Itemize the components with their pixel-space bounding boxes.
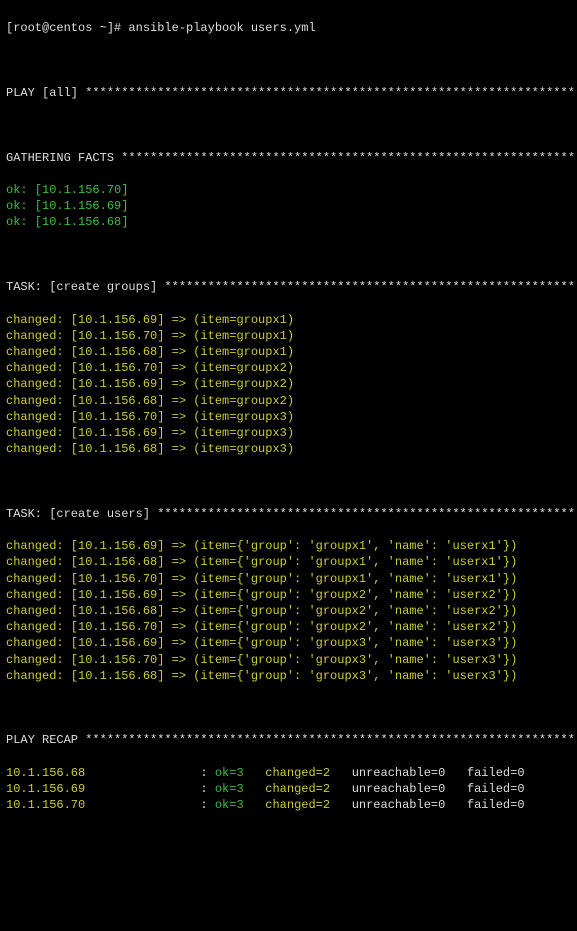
recap-line: 10.1.156.69 : ok=3 changed=2 unreachable… xyxy=(6,781,571,797)
recap-host: 10.1.156.70 xyxy=(6,798,193,812)
prompt-line: [root@centos ~]# ansible-playbook users.… xyxy=(6,20,571,36)
blank xyxy=(6,700,571,716)
recap-unreachable: unreachable=0 xyxy=(352,782,467,796)
recap-results: 10.1.156.68 : ok=3 changed=2 unreachable… xyxy=(6,765,571,814)
group-line: changed: [10.1.156.68] => (item=groupx2) xyxy=(6,393,571,409)
blank xyxy=(6,473,571,489)
recap-line: 10.1.156.70 : ok=3 changed=2 unreachable… xyxy=(6,797,571,813)
recap-changed: changed=2 xyxy=(265,798,351,812)
task-groups-header: TASK: [create groups] ******************… xyxy=(6,279,571,295)
recap-sep: : xyxy=(193,782,215,796)
users-results: changed: [10.1.156.69] => (item={'group'… xyxy=(6,538,571,684)
group-line: changed: [10.1.156.70] => (item=groupx1) xyxy=(6,328,571,344)
recap-failed: failed=0 xyxy=(467,782,525,796)
user-line: changed: [10.1.156.70] => (item={'group'… xyxy=(6,652,571,668)
recap-header: PLAY RECAP *****************************… xyxy=(6,732,571,748)
recap-ok: ok=3 xyxy=(215,766,265,780)
recap-line: 10.1.156.68 : ok=3 changed=2 unreachable… xyxy=(6,765,571,781)
user-line: changed: [10.1.156.69] => (item={'group'… xyxy=(6,587,571,603)
fact-line: ok: [10.1.156.68] xyxy=(6,214,571,230)
group-line: changed: [10.1.156.69] => (item=groupx1) xyxy=(6,312,571,328)
group-line: changed: [10.1.156.68] => (item=groupx3) xyxy=(6,441,571,457)
recap-unreachable: unreachable=0 xyxy=(352,798,467,812)
recap-unreachable: unreachable=0 xyxy=(352,766,467,780)
user-line: changed: [10.1.156.70] => (item={'group'… xyxy=(6,571,571,587)
fact-line: ok: [10.1.156.70] xyxy=(6,182,571,198)
group-line: changed: [10.1.156.70] => (item=groupx3) xyxy=(6,409,571,425)
recap-host: 10.1.156.69 xyxy=(6,782,193,796)
blank xyxy=(6,53,571,69)
user-line: changed: [10.1.156.68] => (item={'group'… xyxy=(6,603,571,619)
recap-failed: failed=0 xyxy=(467,766,525,780)
fact-line: ok: [10.1.156.69] xyxy=(6,198,571,214)
recap-changed: changed=2 xyxy=(265,766,351,780)
groups-results: changed: [10.1.156.69] => (item=groupx1)… xyxy=(6,312,571,458)
task-users-header: TASK: [create users] *******************… xyxy=(6,506,571,522)
facts-results: ok: [10.1.156.70]ok: [10.1.156.69]ok: [1… xyxy=(6,182,571,231)
terminal-output: [root@centos ~]# ansible-playbook users.… xyxy=(6,20,571,829)
play-header: PLAY [all] *****************************… xyxy=(6,85,571,101)
shell-prompt: [root@centos ~]# xyxy=(6,21,121,35)
recap-host: 10.1.156.68 xyxy=(6,766,193,780)
command: ansible-playbook users.yml xyxy=(128,21,315,35)
blank xyxy=(6,117,571,133)
recap-changed: changed=2 xyxy=(265,782,351,796)
recap-ok: ok=3 xyxy=(215,782,265,796)
group-line: changed: [10.1.156.69] => (item=groupx2) xyxy=(6,376,571,392)
user-line: changed: [10.1.156.70] => (item={'group'… xyxy=(6,619,571,635)
user-line: changed: [10.1.156.68] => (item={'group'… xyxy=(6,668,571,684)
gathering-facts-header: GATHERING FACTS ************************… xyxy=(6,150,571,166)
recap-ok: ok=3 xyxy=(215,798,265,812)
group-line: changed: [10.1.156.68] => (item=groupx1) xyxy=(6,344,571,360)
recap-sep: : xyxy=(193,798,215,812)
recap-sep: : xyxy=(193,766,215,780)
blank xyxy=(6,247,571,263)
group-line: changed: [10.1.156.69] => (item=groupx3) xyxy=(6,425,571,441)
recap-failed: failed=0 xyxy=(467,798,525,812)
group-line: changed: [10.1.156.70] => (item=groupx2) xyxy=(6,360,571,376)
user-line: changed: [10.1.156.68] => (item={'group'… xyxy=(6,554,571,570)
user-line: changed: [10.1.156.69] => (item={'group'… xyxy=(6,635,571,651)
